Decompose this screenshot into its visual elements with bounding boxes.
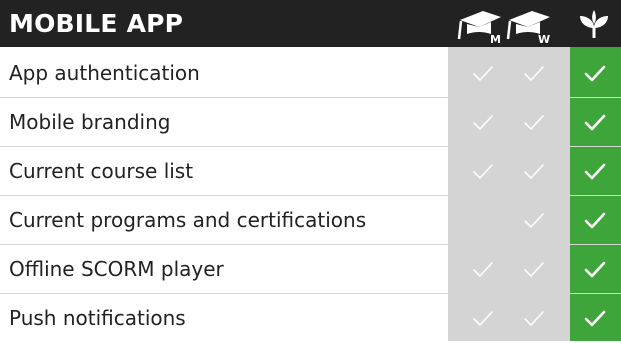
feature-label: Offline SCORM player xyxy=(9,257,224,281)
plan-cell xyxy=(458,147,508,196)
plan-cell xyxy=(570,196,620,245)
plan-cell xyxy=(570,49,620,98)
check-icon xyxy=(473,163,493,179)
check-icon xyxy=(473,261,493,277)
feature-row: Mobile branding xyxy=(0,98,621,147)
table-header: MOBILE APP M W xyxy=(0,0,621,47)
plan-cell xyxy=(509,196,559,245)
plan-cell xyxy=(458,49,508,98)
feature-label: Push notifications xyxy=(9,306,186,330)
check-icon xyxy=(524,212,544,228)
check-icon xyxy=(584,114,606,130)
feature-row: Current course list xyxy=(0,147,621,196)
feature-comparison-table: MOBILE APP M W App authentication Mobile… xyxy=(0,0,621,341)
check-icon xyxy=(473,65,493,81)
feature-row: App authentication xyxy=(0,49,621,98)
plan-cell xyxy=(458,196,508,245)
plan-w-letter: W xyxy=(538,33,550,44)
plan-cell xyxy=(458,245,508,294)
check-icon xyxy=(584,261,606,277)
plan-sprout-icon xyxy=(569,6,619,44)
check-icon xyxy=(524,163,544,179)
plan-cell xyxy=(509,98,559,147)
plan-cell xyxy=(570,147,620,196)
feature-row: Push notifications xyxy=(0,294,621,343)
check-icon xyxy=(524,310,544,326)
plan-cell xyxy=(509,49,559,98)
check-icon xyxy=(584,65,606,81)
feature-label: Current programs and certifications xyxy=(9,208,367,232)
check-icon xyxy=(584,310,606,326)
plan-m-graduation-cap-icon: M xyxy=(455,6,505,44)
check-icon xyxy=(584,212,606,228)
feature-label: Current course list xyxy=(9,159,194,183)
feature-label: Mobile branding xyxy=(9,110,171,134)
plan-cell xyxy=(458,294,508,343)
check-icon xyxy=(524,261,544,277)
plan-cell xyxy=(570,98,620,147)
plan-m-letter: M xyxy=(490,33,501,44)
plan-cell xyxy=(509,294,559,343)
feature-row: Current programs and certifications xyxy=(0,196,621,245)
check-icon xyxy=(473,114,493,130)
plan-cell xyxy=(509,147,559,196)
plan-cell xyxy=(570,245,620,294)
check-icon xyxy=(584,163,606,179)
check-icon xyxy=(524,114,544,130)
plan-w-graduation-cap-icon: W xyxy=(504,6,554,44)
plan-cell xyxy=(458,98,508,147)
plan-cell xyxy=(509,245,559,294)
check-icon xyxy=(524,65,544,81)
plan-cell xyxy=(570,294,620,343)
table-title: MOBILE APP xyxy=(9,9,184,38)
feature-label: App authentication xyxy=(9,61,200,85)
feature-row: Offline SCORM player xyxy=(0,245,621,294)
check-icon xyxy=(473,310,493,326)
